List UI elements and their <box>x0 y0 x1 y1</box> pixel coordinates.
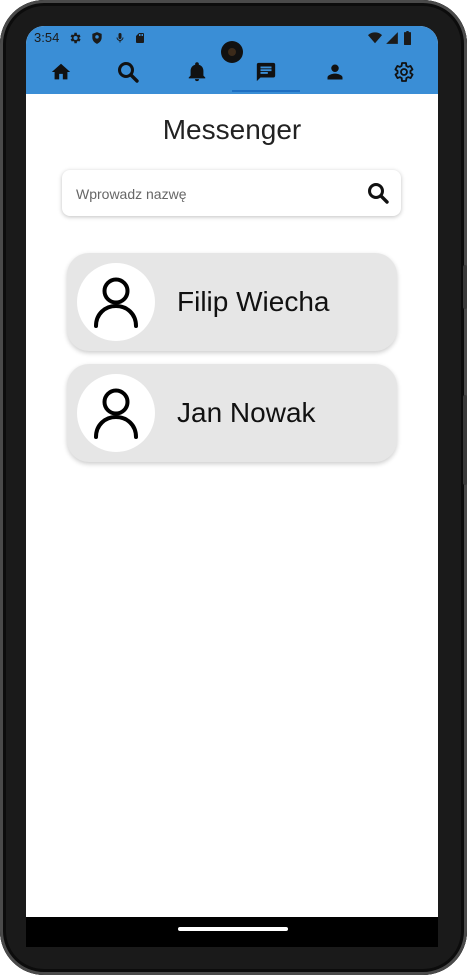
nav-profile[interactable] <box>315 54 355 90</box>
contact-name: Filip Wiecha <box>177 286 330 317</box>
nav-messages[interactable] <box>246 54 286 90</box>
nav-home[interactable] <box>41 54 81 90</box>
page-title: Messenger <box>162 114 302 145</box>
search-input[interactable] <box>74 170 348 218</box>
person-outline-icon <box>94 277 138 328</box>
person-outline-icon <box>94 388 138 439</box>
screen: 3:54 Messenger Wprowadz nazwę Filip Wiec… <box>26 26 438 943</box>
home-indicator[interactable] <box>178 927 288 931</box>
nav-settings[interactable] <box>383 54 423 90</box>
top-bar: 3:54 <box>26 26 438 94</box>
bottom-bezel <box>26 917 438 947</box>
avatar <box>77 374 155 452</box>
status-time: 3:54 <box>34 30 60 45</box>
search-icon <box>118 62 139 83</box>
person-icon <box>327 64 343 80</box>
active-tab-indicator <box>232 90 300 92</box>
nav-search[interactable] <box>108 54 148 90</box>
signal-icon <box>385 31 399 50</box>
search-bar <box>62 170 401 218</box>
contact-item[interactable]: Jan Nowak <box>67 364 397 462</box>
wifi-icon <box>367 31 383 50</box>
settings-icon <box>394 62 414 82</box>
contact-item[interactable]: Filip Wiecha <box>67 253 397 351</box>
chat-icon <box>256 62 276 82</box>
home-icon <box>51 63 71 80</box>
search-button[interactable] <box>365 180 391 206</box>
sd-card-icon <box>134 31 146 50</box>
contact-name: Jan Nowak <box>177 397 316 428</box>
search-icon <box>368 183 389 204</box>
power-button <box>463 395 467 485</box>
mic-icon <box>114 31 126 50</box>
gear-icon <box>68 31 82 50</box>
volume-button <box>463 265 467 309</box>
front-camera <box>221 41 243 63</box>
bell-icon <box>188 62 206 82</box>
shield-icon <box>90 31 104 50</box>
battery-icon <box>403 31 412 50</box>
avatar <box>77 263 155 341</box>
nav-notifications[interactable] <box>177 54 217 90</box>
